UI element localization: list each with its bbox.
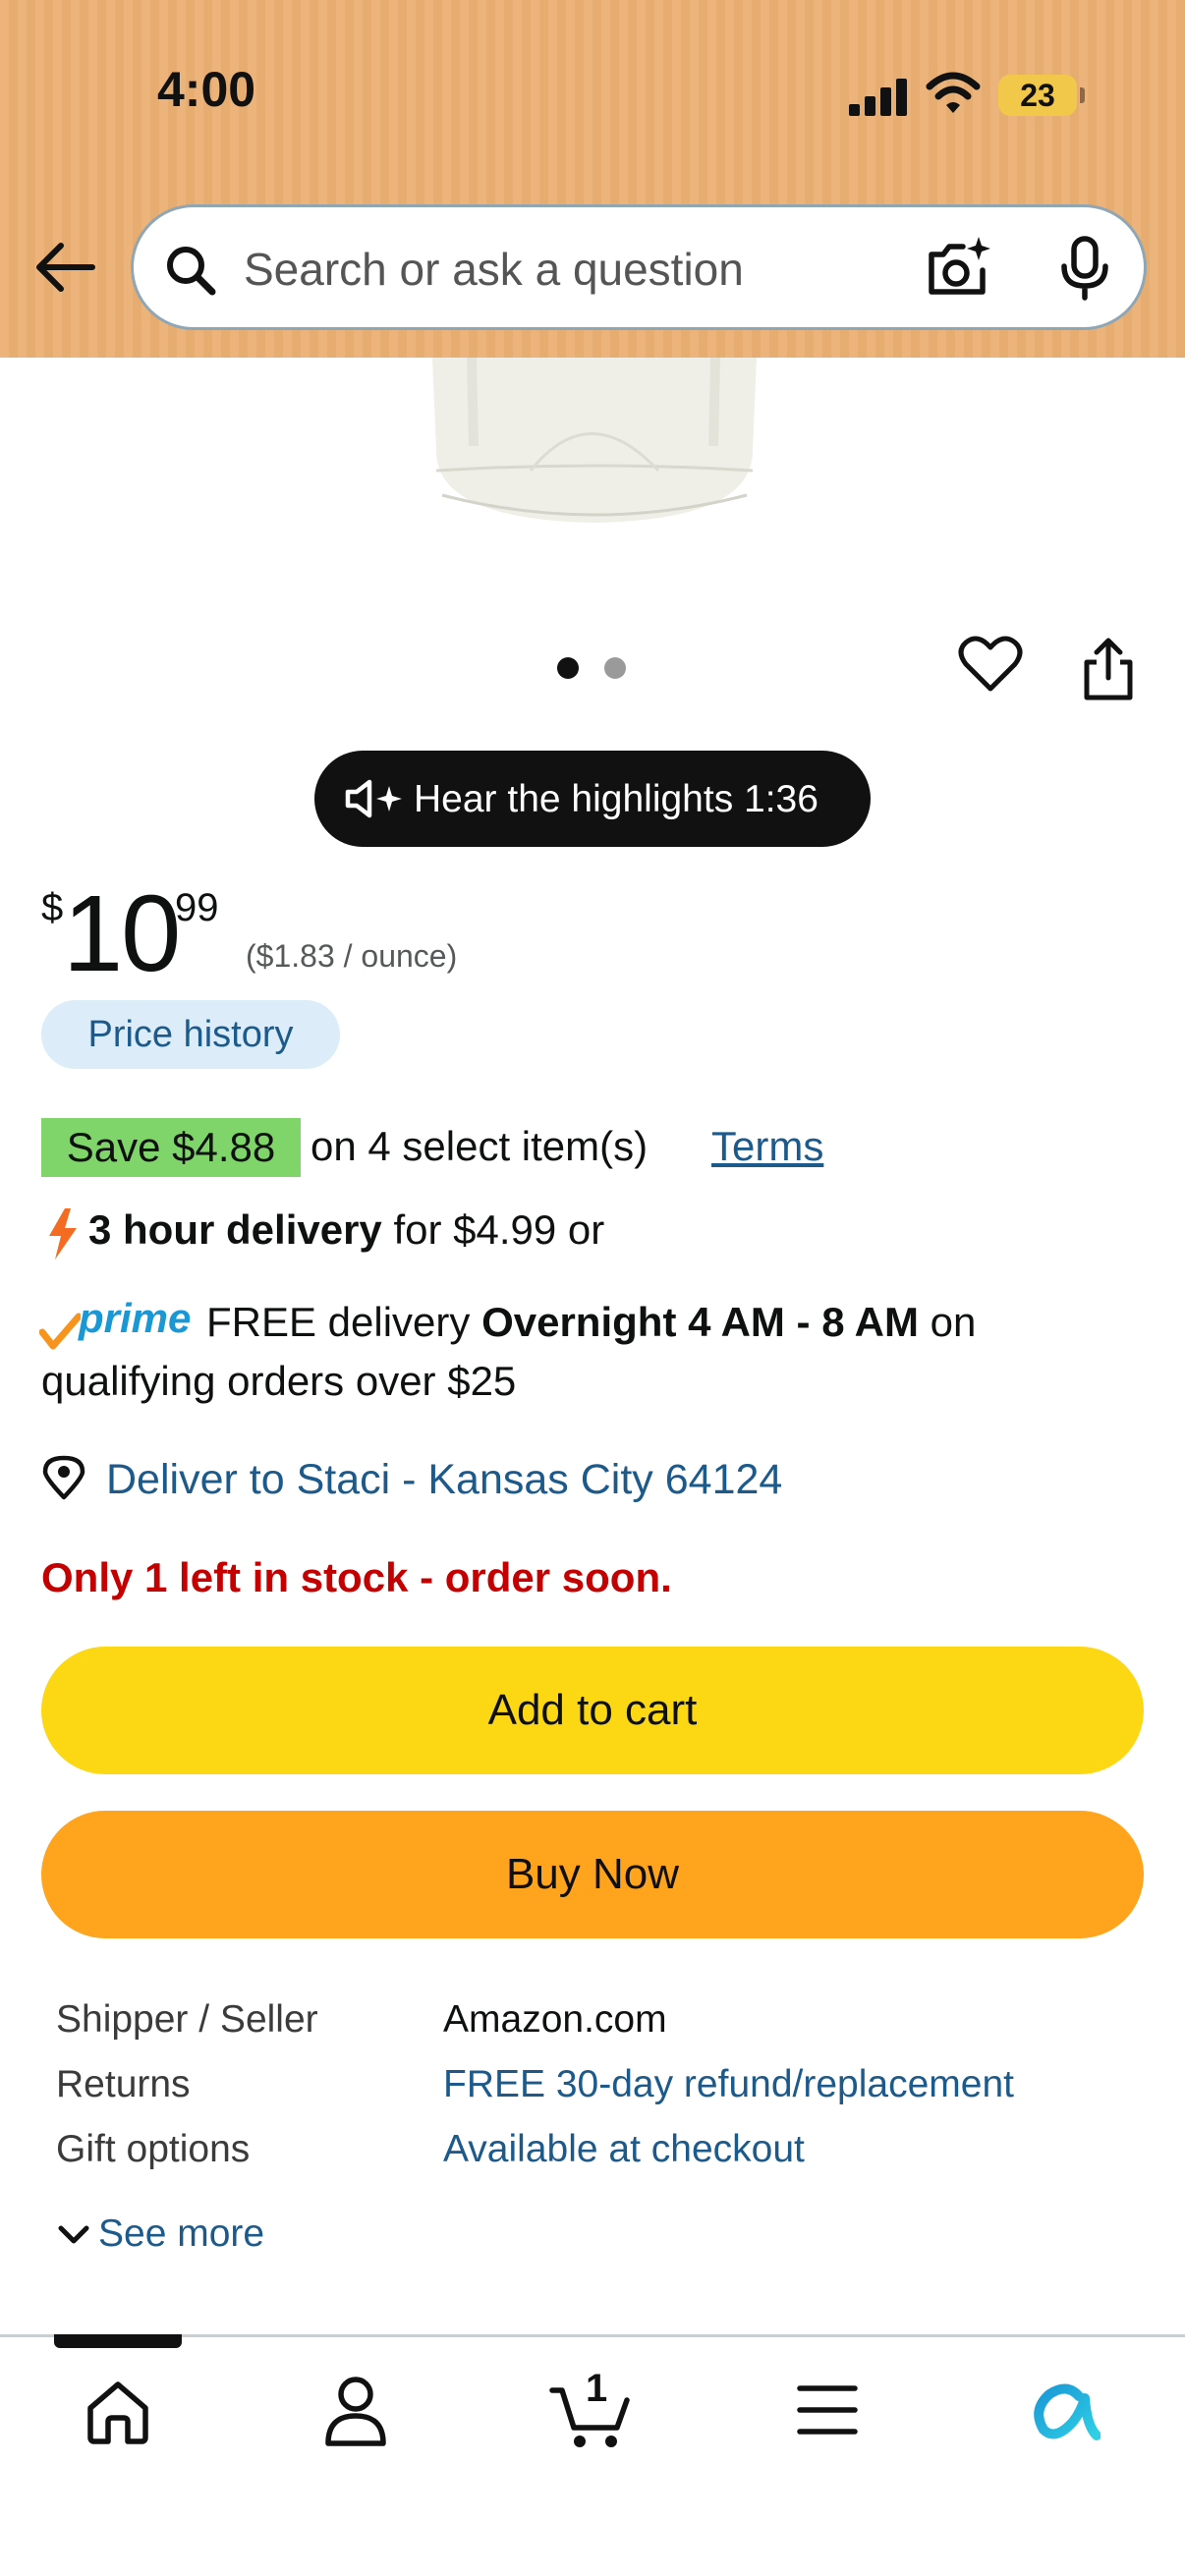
heart-icon[interactable] <box>958 634 1023 695</box>
price-history-button[interactable]: Price history <box>41 1000 340 1069</box>
price-whole: 10 <box>63 873 181 994</box>
terms-link[interactable]: Terms <box>711 1123 823 1170</box>
hear-highlights-label: Hear the highlights 1:36 <box>414 778 818 820</box>
signal-icon <box>849 77 908 116</box>
app-header: 4:00 23 <box>0 0 1185 358</box>
price-per-unit: ($1.83 / ounce) <box>246 938 458 974</box>
buy-now-button[interactable]: Buy Now <box>41 1811 1144 1938</box>
bottom-navigation: 1 <box>0 2334 1185 2576</box>
prime-on-text: on <box>919 1299 977 1345</box>
carousel-dot-1[interactable] <box>557 657 579 679</box>
prime-window-bold: Overnight 4 AM - 8 AM <box>481 1299 919 1345</box>
account-icon[interactable] <box>320 2375 391 2449</box>
price-fraction: 99 <box>175 886 219 929</box>
location-pin-icon <box>42 1455 85 1500</box>
wifi-icon <box>926 72 981 113</box>
fast-delivery-bold: 3 hour delivery <box>88 1206 382 1253</box>
promo-text: on 4 select item(s) <box>310 1123 649 1169</box>
shipper-label: Shipper / Seller <box>56 1998 318 2041</box>
prime-delivery-line2: qualifying orders over $25 <box>41 1358 517 1404</box>
see-more-link[interactable]: See more <box>98 2212 264 2256</box>
prime-delivery-line1: FREE delivery Overnight 4 AM - 8 AM on <box>206 1299 976 1346</box>
fast-delivery-rest: for $4.99 or <box>381 1206 605 1253</box>
deliver-to-link[interactable]: Deliver to Staci - Kansas City 64124 <box>106 1456 782 1504</box>
product-image[interactable] <box>432 358 757 539</box>
hear-highlights-button[interactable]: Hear the highlights 1:36 <box>314 751 871 847</box>
back-arrow-icon[interactable] <box>33 240 96 295</box>
stock-warning: Only 1 left in stock - order soon. <box>41 1554 672 1600</box>
gift-options-link[interactable]: Available at checkout <box>443 2128 805 2171</box>
returns-link[interactable]: FREE 30-day refund/replacement <box>443 2063 1014 2106</box>
carousel-dot-2[interactable] <box>604 657 626 679</box>
prime-check-icon <box>39 1313 81 1350</box>
search-input[interactable] <box>242 237 933 302</box>
battery-indicator: 23 <box>998 75 1077 116</box>
fast-delivery-text: 3 hour delivery for $4.99 or <box>88 1206 604 1254</box>
camera-search-icon[interactable] <box>924 235 992 302</box>
share-icon[interactable] <box>1081 637 1136 701</box>
lightning-icon <box>49 1208 77 1260</box>
scroll-indicator <box>54 2334 182 2348</box>
rufus-icon[interactable] <box>1028 2375 1100 2445</box>
search-bar[interactable] <box>131 204 1147 330</box>
prime-logo: prime <box>79 1295 192 1341</box>
menu-icon[interactable] <box>796 2380 859 2439</box>
save-badge: Save $4.88 <box>41 1118 301 1177</box>
returns-label: Returns <box>56 2063 191 2105</box>
prime-free-text: FREE delivery <box>206 1299 482 1345</box>
search-icon <box>167 247 216 296</box>
speaker-sparkle-icon <box>345 779 402 818</box>
battery-tip <box>1080 87 1085 103</box>
microphone-icon[interactable] <box>1057 235 1112 304</box>
add-to-cart-button[interactable]: Add to cart <box>41 1647 1144 1774</box>
shipper-value: Amazon.com <box>443 1998 667 2041</box>
price-currency: $ <box>41 886 64 929</box>
chevron-down-icon[interactable] <box>57 2223 90 2247</box>
home-icon[interactable] <box>83 2377 153 2447</box>
gift-options-label: Gift options <box>56 2128 251 2170</box>
status-time: 4:00 <box>157 62 256 117</box>
cart-count-badge: 1 <box>586 2367 608 2410</box>
